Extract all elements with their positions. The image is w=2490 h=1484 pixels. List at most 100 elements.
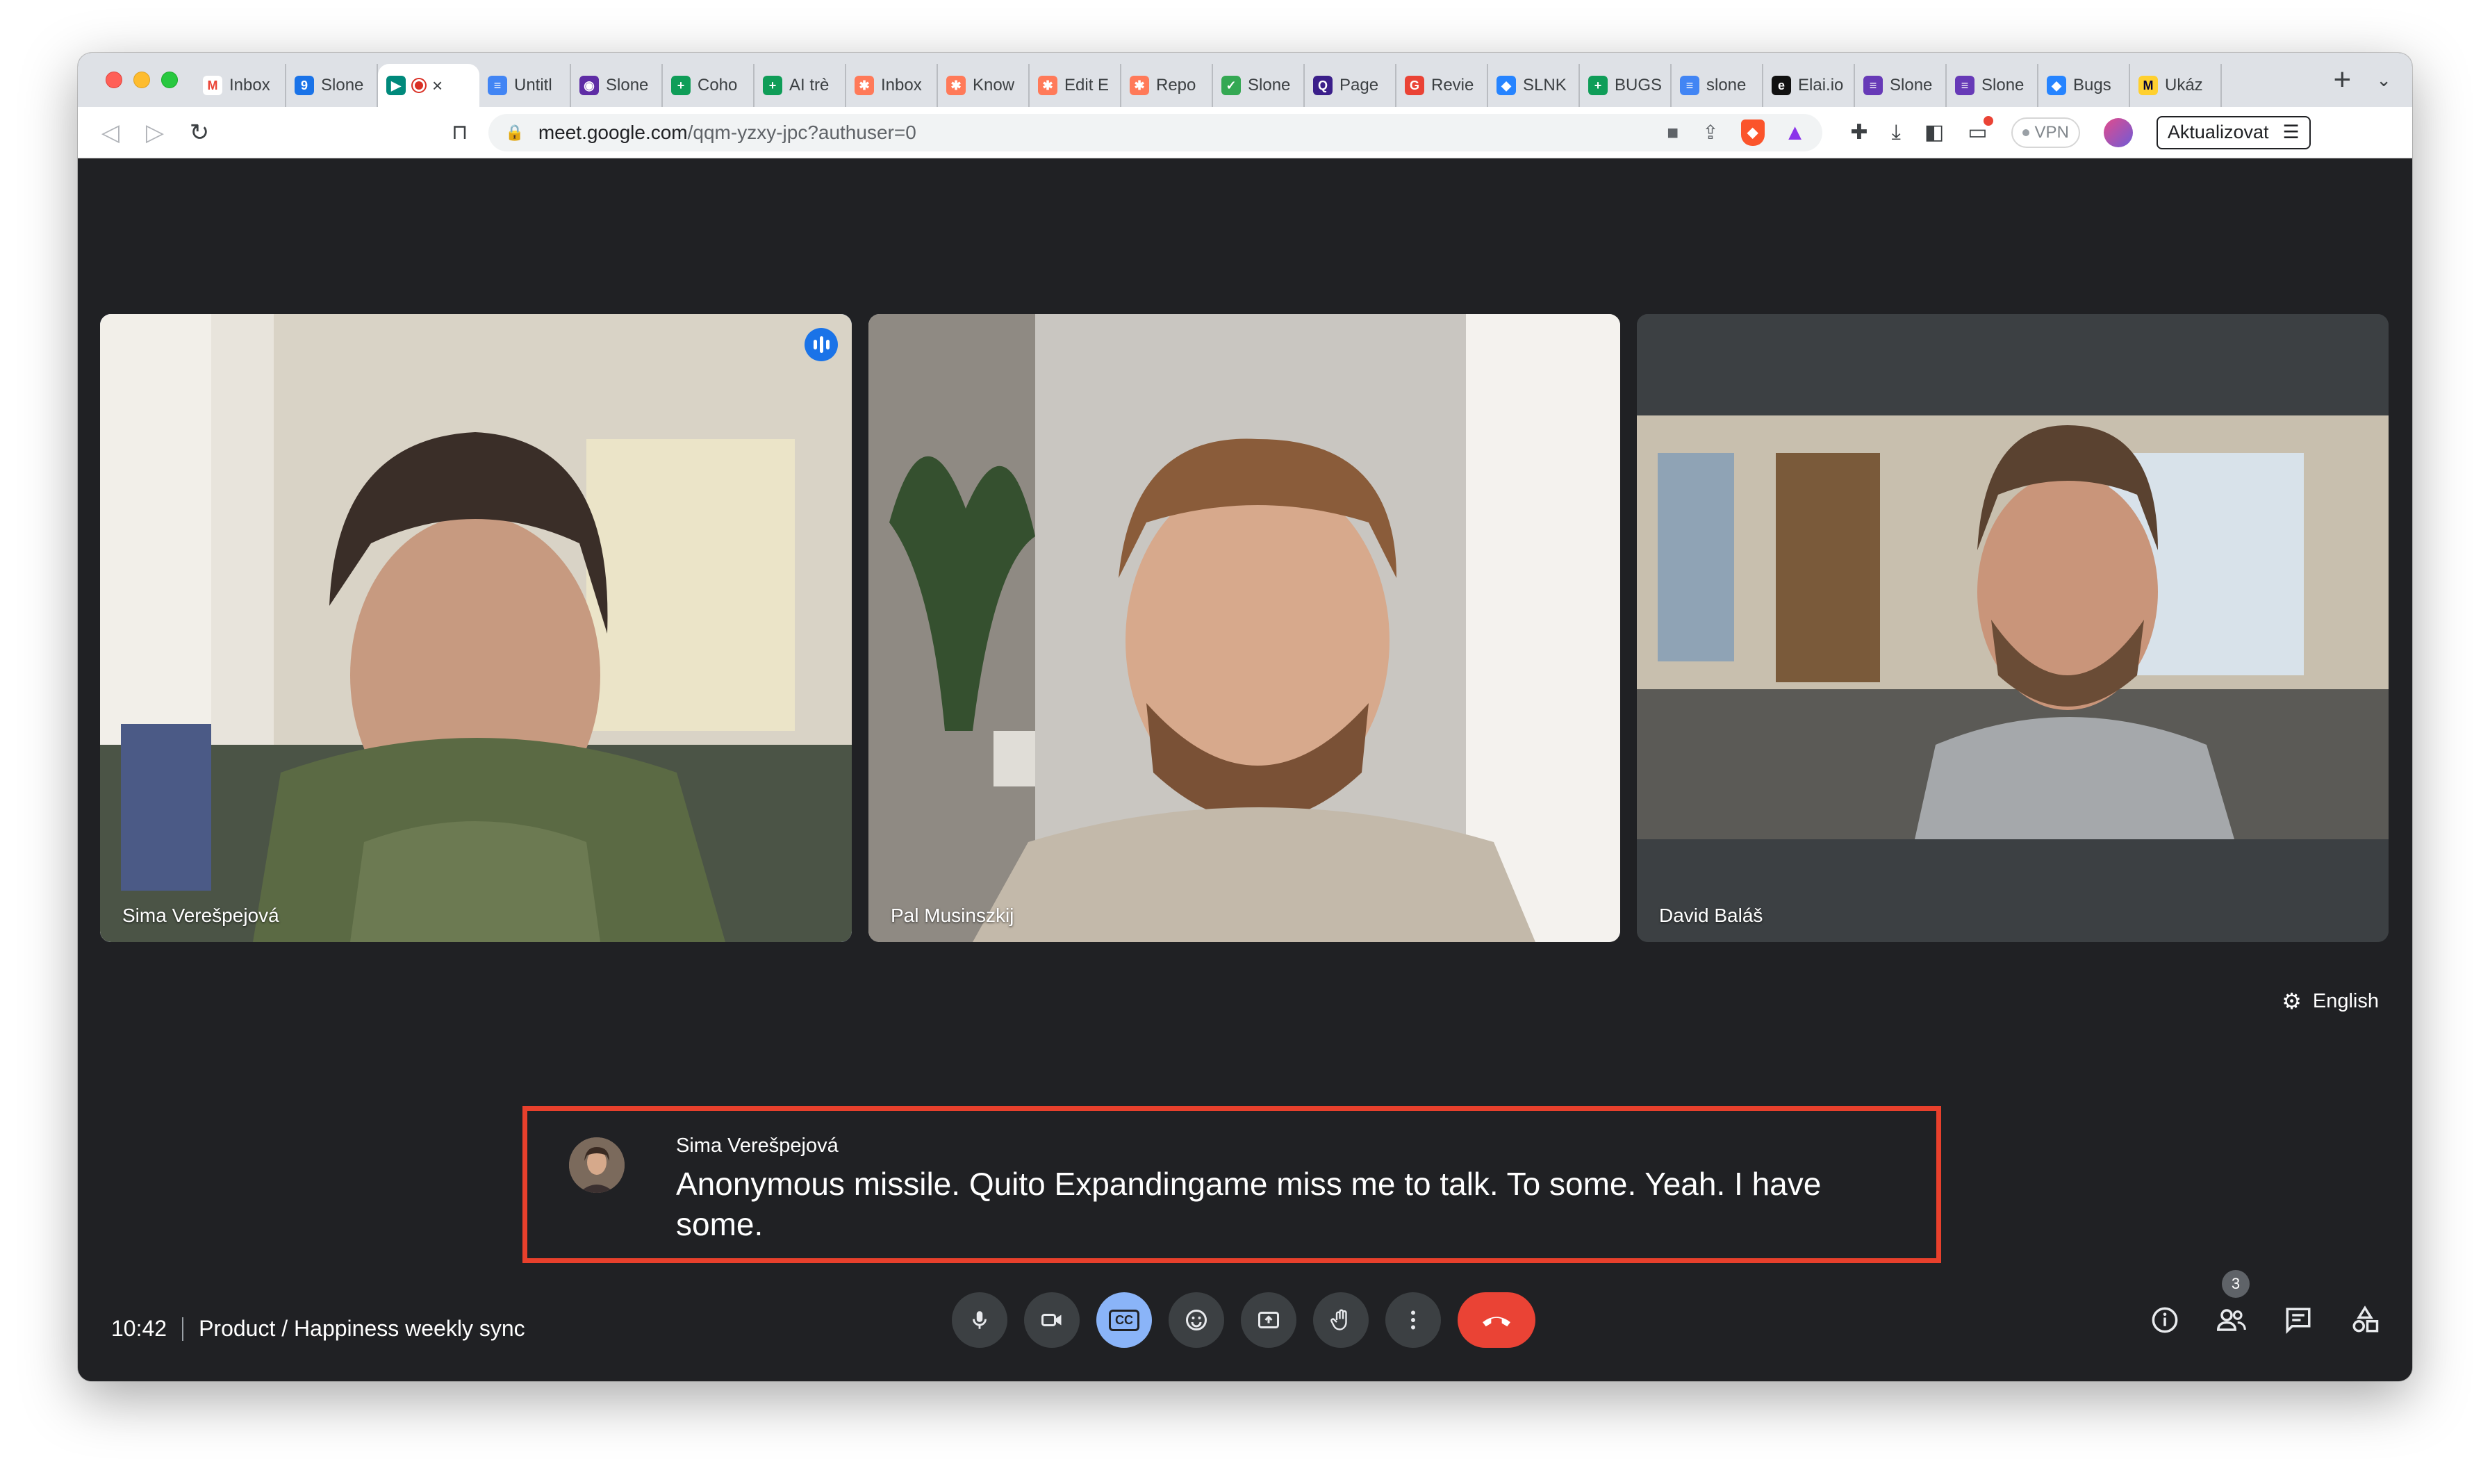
caption-language-label: English <box>2312 989 2379 1012</box>
gear-icon: ⚙ <box>2282 989 2302 1014</box>
wallet-icon[interactable]: ▭ <box>1968 116 1993 145</box>
tab[interactable]: ✱ Inbox <box>846 64 938 107</box>
gmail-icon: M <box>203 76 222 95</box>
close-tab-icon[interactable]: × <box>432 75 443 97</box>
meet-stage: Sima Verešpejová Pal Musinszkij David Ba… <box>78 158 2412 1381</box>
chat-button[interactable] <box>2279 1295 2318 1345</box>
tab[interactable]: + BUGS <box>1580 64 1672 107</box>
caption-text: Anonymous missile. Quito Expandingame mi… <box>676 1166 1822 1242</box>
menu-icon: ☰ <box>2282 122 2300 142</box>
share-icon[interactable]: ⇪ <box>1702 121 1718 144</box>
address-bar[interactable]: 🔒 meet.google.com/qqm-yzxy-jpc?authuser=… <box>488 113 1823 151</box>
more-vertical-icon <box>1411 1310 1415 1330</box>
sheets-icon: + <box>671 76 691 95</box>
participant-name: David Baláš <box>1659 905 1763 926</box>
tab[interactable]: G Revie <box>1396 64 1488 107</box>
activities-button[interactable] <box>2345 1295 2384 1345</box>
jira-icon: ◆ <box>1497 76 1516 95</box>
lock-icon[interactable]: 🔒 <box>505 124 524 142</box>
close-window-button[interactable] <box>106 72 122 88</box>
tab-title: Page <box>1339 76 1379 94</box>
profile-avatar[interactable] <box>2103 117 2133 147</box>
tab[interactable]: M Inbox <box>195 64 286 107</box>
shapes-icon <box>2352 1305 2379 1333</box>
leave-call-button[interactable] <box>1458 1292 1535 1348</box>
tab[interactable]: ✓ Slone <box>1213 64 1305 107</box>
tab-title: Inbox <box>881 76 922 94</box>
extensions-icon[interactable]: ✚ <box>1850 120 1868 145</box>
tab-title: Slone <box>606 76 649 94</box>
participant-tile[interactable]: Sima Verešpejová <box>100 314 852 942</box>
people-button[interactable]: 3 <box>2212 1270 2251 1345</box>
meeting-details-button[interactable] <box>2145 1295 2184 1345</box>
tab[interactable]: ✱ Know <box>938 64 1030 107</box>
tab[interactable]: ≡ Slone <box>1855 64 1947 107</box>
present-screen-button[interactable] <box>1241 1292 1296 1348</box>
tab[interactable]: ≡ Slone <box>1947 64 2038 107</box>
tab[interactable]: ≡ slone <box>1672 64 1763 107</box>
call-controls: CC <box>952 1292 1535 1348</box>
emoji-icon <box>1186 1310 1207 1330</box>
live-caption-box: Sima Verešpejová Anonymous missile. Quit… <box>522 1106 1941 1263</box>
tab[interactable]: + Coho <box>663 64 755 107</box>
tab-search-chevron-icon[interactable]: ⌄ <box>2376 69 2391 91</box>
captions-button[interactable]: CC <box>1096 1292 1152 1348</box>
participant-video <box>868 314 1620 942</box>
camera-button[interactable] <box>1024 1292 1080 1348</box>
microphone-button[interactable] <box>952 1292 1007 1348</box>
minimize-window-button[interactable] <box>133 72 150 88</box>
tab-title: Slone <box>1890 76 1933 94</box>
tab[interactable]: ◆ Bugs <box>2038 64 2130 107</box>
tab[interactable]: ✱ Edit E <box>1030 64 1121 107</box>
hubspot-icon: ✱ <box>855 76 874 95</box>
raise-hand-button[interactable] <box>1313 1292 1369 1348</box>
participant-tile[interactable]: Pal Musinszkij <box>868 314 1620 942</box>
q-icon: Q <box>1313 76 1333 95</box>
downloads-icon[interactable]: ⤓ <box>1892 121 1901 145</box>
people-icon <box>2216 1309 2246 1331</box>
tab-title: Untitl <box>514 76 552 94</box>
video-camera-icon <box>1041 1314 1062 1326</box>
browser-window: M Inbox 9 Slone ▶ × ≡ Untitl ◉ Slone + Coho + AI trè ✱… <box>78 53 2412 1381</box>
tab-active[interactable]: ▶ × <box>378 64 479 107</box>
participant-name: Pal Musinszkij <box>891 905 1014 926</box>
sidebar-icon[interactable]: ◧ <box>1924 120 1944 145</box>
participant-tile[interactable]: David Baláš <box>1637 314 2389 942</box>
tab[interactable]: ◉ Slone <box>571 64 663 107</box>
back-button[interactable]: ◁ <box>99 119 122 147</box>
meeting-title: Product / Happiness weekly sync <box>199 1316 525 1341</box>
update-button[interactable]: Aktualizovat ☰ <box>2156 115 2311 149</box>
present-icon <box>1258 1312 1279 1328</box>
bookmark-icon[interactable]: ⊓ <box>452 120 468 145</box>
tab[interactable]: e Elai.io <box>1763 64 1855 107</box>
brave-shields-icon[interactable]: ◆ <box>1740 119 1765 146</box>
new-tab-button[interactable]: + <box>2334 65 2352 95</box>
camera-in-use-icon[interactable]: ■ <box>1667 122 1679 144</box>
tab[interactable]: + AI trè <box>755 64 846 107</box>
elai-icon: e <box>1772 76 1791 95</box>
checkmark-icon: ✓ <box>1221 76 1241 95</box>
tab-title: Bugs <box>2073 76 2111 94</box>
tab[interactable]: ≡ Untitl <box>479 64 571 107</box>
tab[interactable]: ✱ Repo <box>1121 64 1213 107</box>
brave-rewards-icon[interactable]: ▲ <box>1784 119 1806 145</box>
tab[interactable]: M Ukáz <box>2130 64 2222 107</box>
participant-video <box>100 314 852 942</box>
calendar-icon: 9 <box>295 76 314 95</box>
docs-icon: ≡ <box>1680 76 1699 95</box>
tab[interactable]: 9 Slone <box>286 64 378 107</box>
reload-button[interactable]: ↻ <box>188 119 211 147</box>
tab[interactable]: ◆ SLNK <box>1488 64 1580 107</box>
meeting-details: 10:42 Product / Happiness weekly sync <box>111 1316 525 1342</box>
hubspot-icon: ✱ <box>946 76 966 95</box>
caption-language-button[interactable]: ⚙ English <box>2282 988 2379 1014</box>
more-options-button[interactable] <box>1385 1292 1441 1348</box>
forward-button[interactable]: ▷ <box>143 119 167 147</box>
vpn-button[interactable]: VPN <box>2011 117 2080 148</box>
hubspot-icon: ✱ <box>1038 76 1057 95</box>
tab[interactable]: Q Page <box>1305 64 1396 107</box>
jira-icon: ◆ <box>2047 76 2066 95</box>
zoom-window-button[interactable] <box>161 72 178 88</box>
tab-title: Slone <box>1981 76 2025 94</box>
reactions-button[interactable] <box>1169 1292 1224 1348</box>
